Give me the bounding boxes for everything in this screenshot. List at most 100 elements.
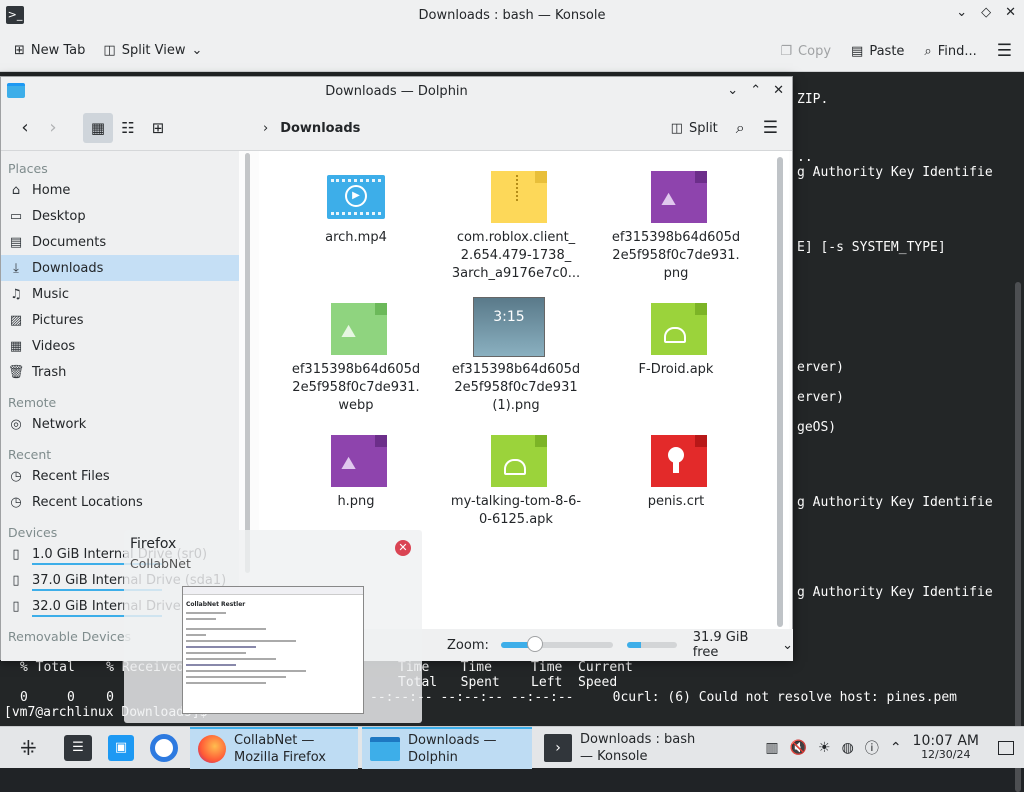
firefox-icon — [198, 735, 226, 763]
split-view-button[interactable]: ◫ Split View ⌄ — [103, 43, 202, 58]
file-item[interactable]: ▶ arch.mp4 — [295, 171, 417, 247]
minimize-icon[interactable]: ⌄ — [956, 5, 967, 20]
folder-icon — [7, 83, 25, 98]
places-item-label: Downloads — [32, 260, 104, 276]
file-name: penis.crt — [647, 494, 705, 509]
places-section-header: Remote — [8, 395, 57, 410]
task-konsole[interactable]: › Downloads : bash — Konsole — [536, 727, 706, 769]
downloads-icon: ⤓ — [13, 260, 19, 276]
places-item[interactable]: ◷ Recent Locations — [1, 489, 239, 515]
copy-button[interactable]: ❐ Copy — [780, 44, 831, 59]
maximize-icon[interactable]: ⌃ — [750, 83, 761, 98]
file-item[interactable]: com.roblox.client_ 2.654.479-1738_ 3arch… — [451, 171, 581, 283]
terminal-line: g Authority Key Identifie — [797, 495, 993, 510]
app-launcher-button[interactable]: ⁜ — [20, 727, 37, 769]
updates-icon[interactable]: ⓘ — [865, 738, 879, 758]
places-item[interactable]: ⤓ Downloads — [1, 255, 239, 281]
taskbar: ⁜ ☰ ▣ CollabNet — Mozilla Firefox Downloa… — [0, 726, 1024, 769]
file-item[interactable]: penis.crt — [615, 435, 737, 511]
terminal-line: erver) — [797, 360, 844, 375]
zoom-slider[interactable] — [500, 636, 614, 652]
details-view-button[interactable]: ⊞ — [143, 113, 173, 143]
hamburger-menu-button[interactable]: ☰ — [997, 41, 1012, 61]
pinned-system-settings[interactable]: ☰ — [64, 727, 92, 769]
paste-button[interactable]: ▤ Paste — [851, 44, 904, 59]
places-item-label: Recent Locations — [32, 494, 143, 510]
forward-button[interactable]: › — [39, 114, 67, 142]
terminal-line: geOS) — [797, 420, 837, 435]
window-thumbnail[interactable]: CollabNet Restler — [182, 586, 364, 714]
places-item-label: Music — [32, 286, 69, 302]
places-item-label: Home — [32, 182, 71, 198]
terminal-line: --:--:-- --:--:-- --:--:-- 0curl: (6) Co… — [370, 690, 957, 705]
image-purple-file-icon: ⛰ — [327, 435, 387, 487]
free-space-label[interactable]: 31.9 GiB free — [693, 630, 774, 660]
volume-muted-icon[interactable]: 🔇 — [790, 740, 807, 756]
back-button[interactable]: ‹ — [11, 114, 39, 142]
file-item[interactable]: ⛰ ef315398b64d605d 2e5f958f0c7de931. webp — [291, 303, 421, 415]
zoom-slider-handle[interactable] — [526, 636, 543, 652]
file-view-scrollbar[interactable] — [776, 157, 784, 627]
file-name: ef315398b64d605d 2e5f958f0c7de931. png — [611, 230, 741, 281]
places-item[interactable]: ▭ Desktop — [1, 203, 239, 229]
network-icon[interactable]: ◍ — [842, 740, 854, 756]
file-name: ef315398b64d605d 2e5f958f0c7de931. webp — [291, 362, 421, 413]
terminal-line: .. — [797, 150, 813, 165]
close-icon[interactable]: ✕ — [773, 83, 784, 98]
file-item[interactable]: ⛰ h.png — [295, 435, 417, 511]
search-icon[interactable]: ⌕ — [736, 118, 745, 138]
chevron-down-icon[interactable]: ⌄ — [782, 638, 793, 653]
icons-view-button[interactable]: ▦ — [83, 112, 113, 143]
file-item[interactable]: 3:15 ef315398b64d605d 2e5f958f0c7de931 (1… — [452, 297, 580, 415]
new-tab-button[interactable]: ⊞ New Tab — [14, 43, 85, 58]
menu-icon[interactable]: ☰ — [763, 118, 778, 138]
maximize-icon[interactable]: ◇ — [981, 5, 991, 20]
task-title-line1: CollabNet — — [234, 733, 315, 748]
file-name: F-Droid.apk — [638, 362, 714, 377]
brightness-icon[interactable]: ☀ — [818, 740, 831, 756]
clock-time: 10:07 AM — [912, 733, 979, 749]
places-item[interactable]: ◷ Recent Files — [1, 463, 239, 489]
show-desktop-icon[interactable] — [998, 741, 1014, 755]
file-item[interactable]: ⛰ ef315398b64d605d 2e5f958f0c7de931. png — [611, 171, 741, 283]
clock[interactable]: 10:07 AM 12/30/24 — [913, 734, 979, 762]
chevron-up-icon[interactable]: ⌃ — [890, 740, 902, 756]
places-item[interactable]: ◎ Network — [1, 411, 239, 437]
close-icon[interactable]: ✕ — [1005, 5, 1016, 20]
screenshot-file-icon: 3:15 — [473, 297, 545, 357]
close-preview-icon[interactable]: ✕ — [395, 540, 411, 556]
apk-file-icon — [647, 303, 707, 355]
find-button[interactable]: ⌕ Find... — [924, 44, 976, 59]
compact-view-button[interactable]: ☷ — [113, 113, 143, 143]
task-firefox[interactable]: CollabNet — Mozilla Firefox — [190, 727, 358, 769]
places-item[interactable]: ▨ Pictures — [1, 307, 239, 333]
task-title-line1: Downloads — — [408, 733, 497, 748]
places-item[interactable]: 🗑 Trash — [1, 359, 239, 385]
places-item-label: Documents — [32, 234, 107, 250]
places-item-label: Trash — [32, 364, 67, 380]
places-item[interactable]: ▤ Documents — [1, 229, 239, 255]
file-name: com.roblox.client_ 2.654.479-1738_ 3arch… — [451, 230, 581, 281]
split-button[interactable]: ◫ Split — [671, 121, 718, 136]
launcher-icon: ⁜ — [20, 736, 37, 760]
file-item[interactable]: my-talking-tom-8-6- 0-6125.apk — [451, 435, 581, 529]
terminal-scrollbar[interactable] — [1015, 282, 1021, 792]
firefox-window-preview[interactable]: Firefox CollabNet ✕ CollabNet Restler — [124, 530, 422, 723]
places-item[interactable]: ⌂ Home — [1, 177, 239, 203]
minimize-icon[interactable]: ⌄ — [727, 83, 738, 98]
clipboard-icon[interactable]: ▥ — [765, 740, 778, 756]
task-dolphin[interactable]: Downloads — Dolphin — [362, 727, 532, 769]
pinned-chromium[interactable] — [150, 727, 178, 769]
breadcrumb[interactable]: › Downloads — [263, 105, 360, 151]
places-item[interactable]: ♫ Music — [1, 281, 239, 307]
thumbnail-heading: CollabNet Restler — [186, 601, 246, 608]
pictures-icon: ▨ — [9, 312, 23, 328]
dolphin-toolbar: ‹ › ▦ ☷ ⊞ › Downloads ◫ Split ⌕ ☰ — [1, 105, 792, 151]
places-item[interactable]: ▦ Videos — [1, 333, 239, 359]
drive-icon: ▯ — [12, 572, 20, 588]
file-item[interactable]: F-Droid.apk — [615, 303, 737, 379]
recent-files-icon: ◷ — [10, 468, 22, 484]
pinned-discover[interactable]: ▣ — [108, 727, 134, 769]
places-section-header: Places — [8, 161, 48, 176]
terminal-line: Total Spent Left Speed — [398, 675, 618, 690]
